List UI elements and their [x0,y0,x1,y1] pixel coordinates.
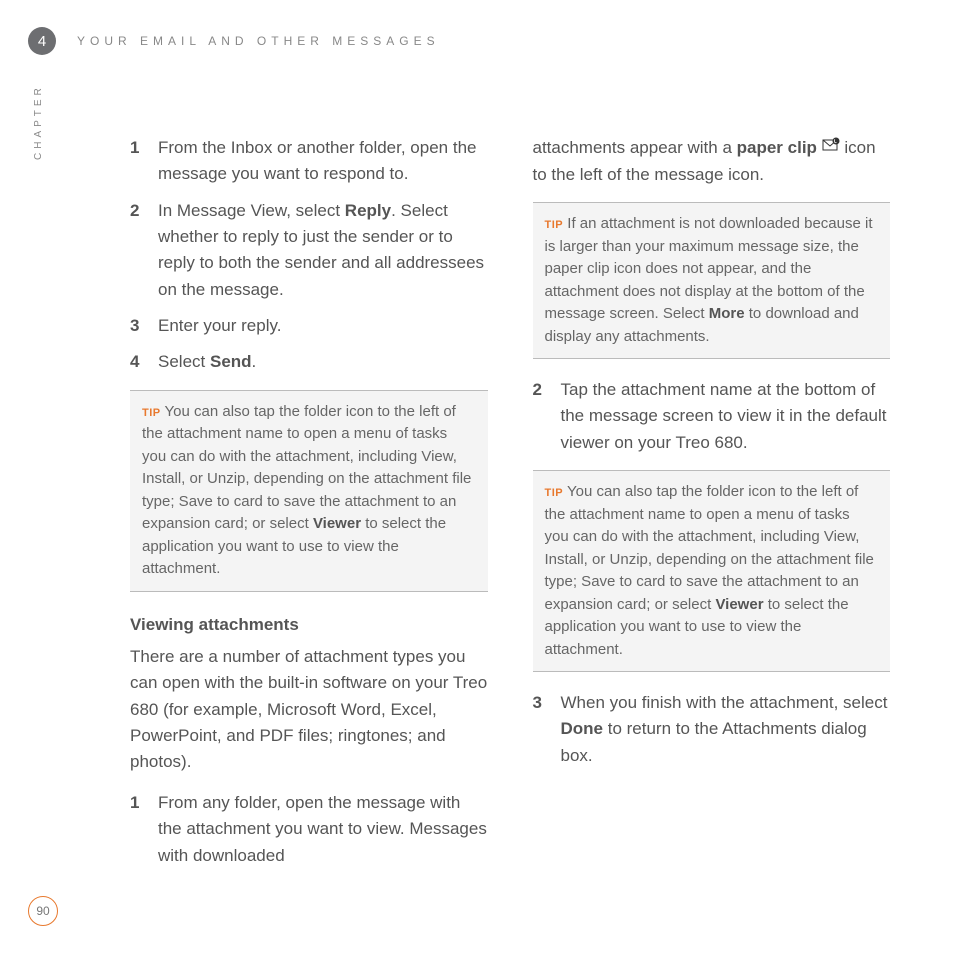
viewing-step-3: 3 When you finish with the attachment, s… [533,690,891,769]
step-text: Tap the attachment name at the bottom of… [561,377,891,456]
step-number: 3 [533,690,561,769]
step-3: 3 Enter your reply. [130,313,488,339]
step-number: 3 [130,313,158,339]
step-text: Select Send. [158,349,488,375]
chapter-sidebar-label: CHAPTER [33,84,44,160]
step-text: When you finish with the attachment, sel… [561,690,891,769]
tip-label: TIP [545,487,564,499]
step-number: 1 [130,790,158,869]
step-text: In Message View, select Reply. Select wh… [158,198,488,303]
tip-text: If an attachment is not downloaded becau… [545,215,873,345]
section-intro: There are a number of attachment types y… [130,644,488,776]
step-number: 2 [533,377,561,456]
tip-label: TIP [142,407,161,419]
left-column: 1 From the Inbox or another folder, open… [130,135,488,879]
tip-text: You can also tap the folder icon to the … [545,483,874,658]
step-text: Enter your reply. [158,313,488,339]
tip-box: TIP If an attachment is not downloaded b… [533,202,891,359]
chapter-title: YOUR EMAIL AND OTHER MESSAGES [77,34,440,48]
step-text: From the Inbox or another folder, open t… [158,135,488,188]
tip-label: TIP [545,219,564,231]
paperclip-icon [822,135,840,161]
step-4: 4 Select Send. [130,349,488,375]
continuation-text: attachments appear with a paper clip ico… [533,135,891,188]
step-number: 1 [130,135,158,188]
viewing-step-1: 1 From any folder, open the message with… [130,790,488,869]
right-column: attachments appear with a paper clip ico… [533,135,891,879]
step-number: 4 [130,349,158,375]
tip-text: You can also tap the folder icon to the … [142,403,471,578]
step-text: From any folder, open the message with t… [158,790,488,869]
step-1: 1 From the Inbox or another folder, open… [130,135,488,188]
chapter-number-badge: 4 [28,27,56,55]
page-number: 90 [28,896,58,926]
step-number: 2 [130,198,158,303]
tip-box: TIP You can also tap the folder icon to … [533,470,891,672]
viewing-step-2: 2 Tap the attachment name at the bottom … [533,377,891,456]
step-2: 2 In Message View, select Reply. Select … [130,198,488,303]
section-heading: Viewing attachments [130,612,488,638]
tip-box: TIP You can also tap the folder icon to … [130,390,488,592]
